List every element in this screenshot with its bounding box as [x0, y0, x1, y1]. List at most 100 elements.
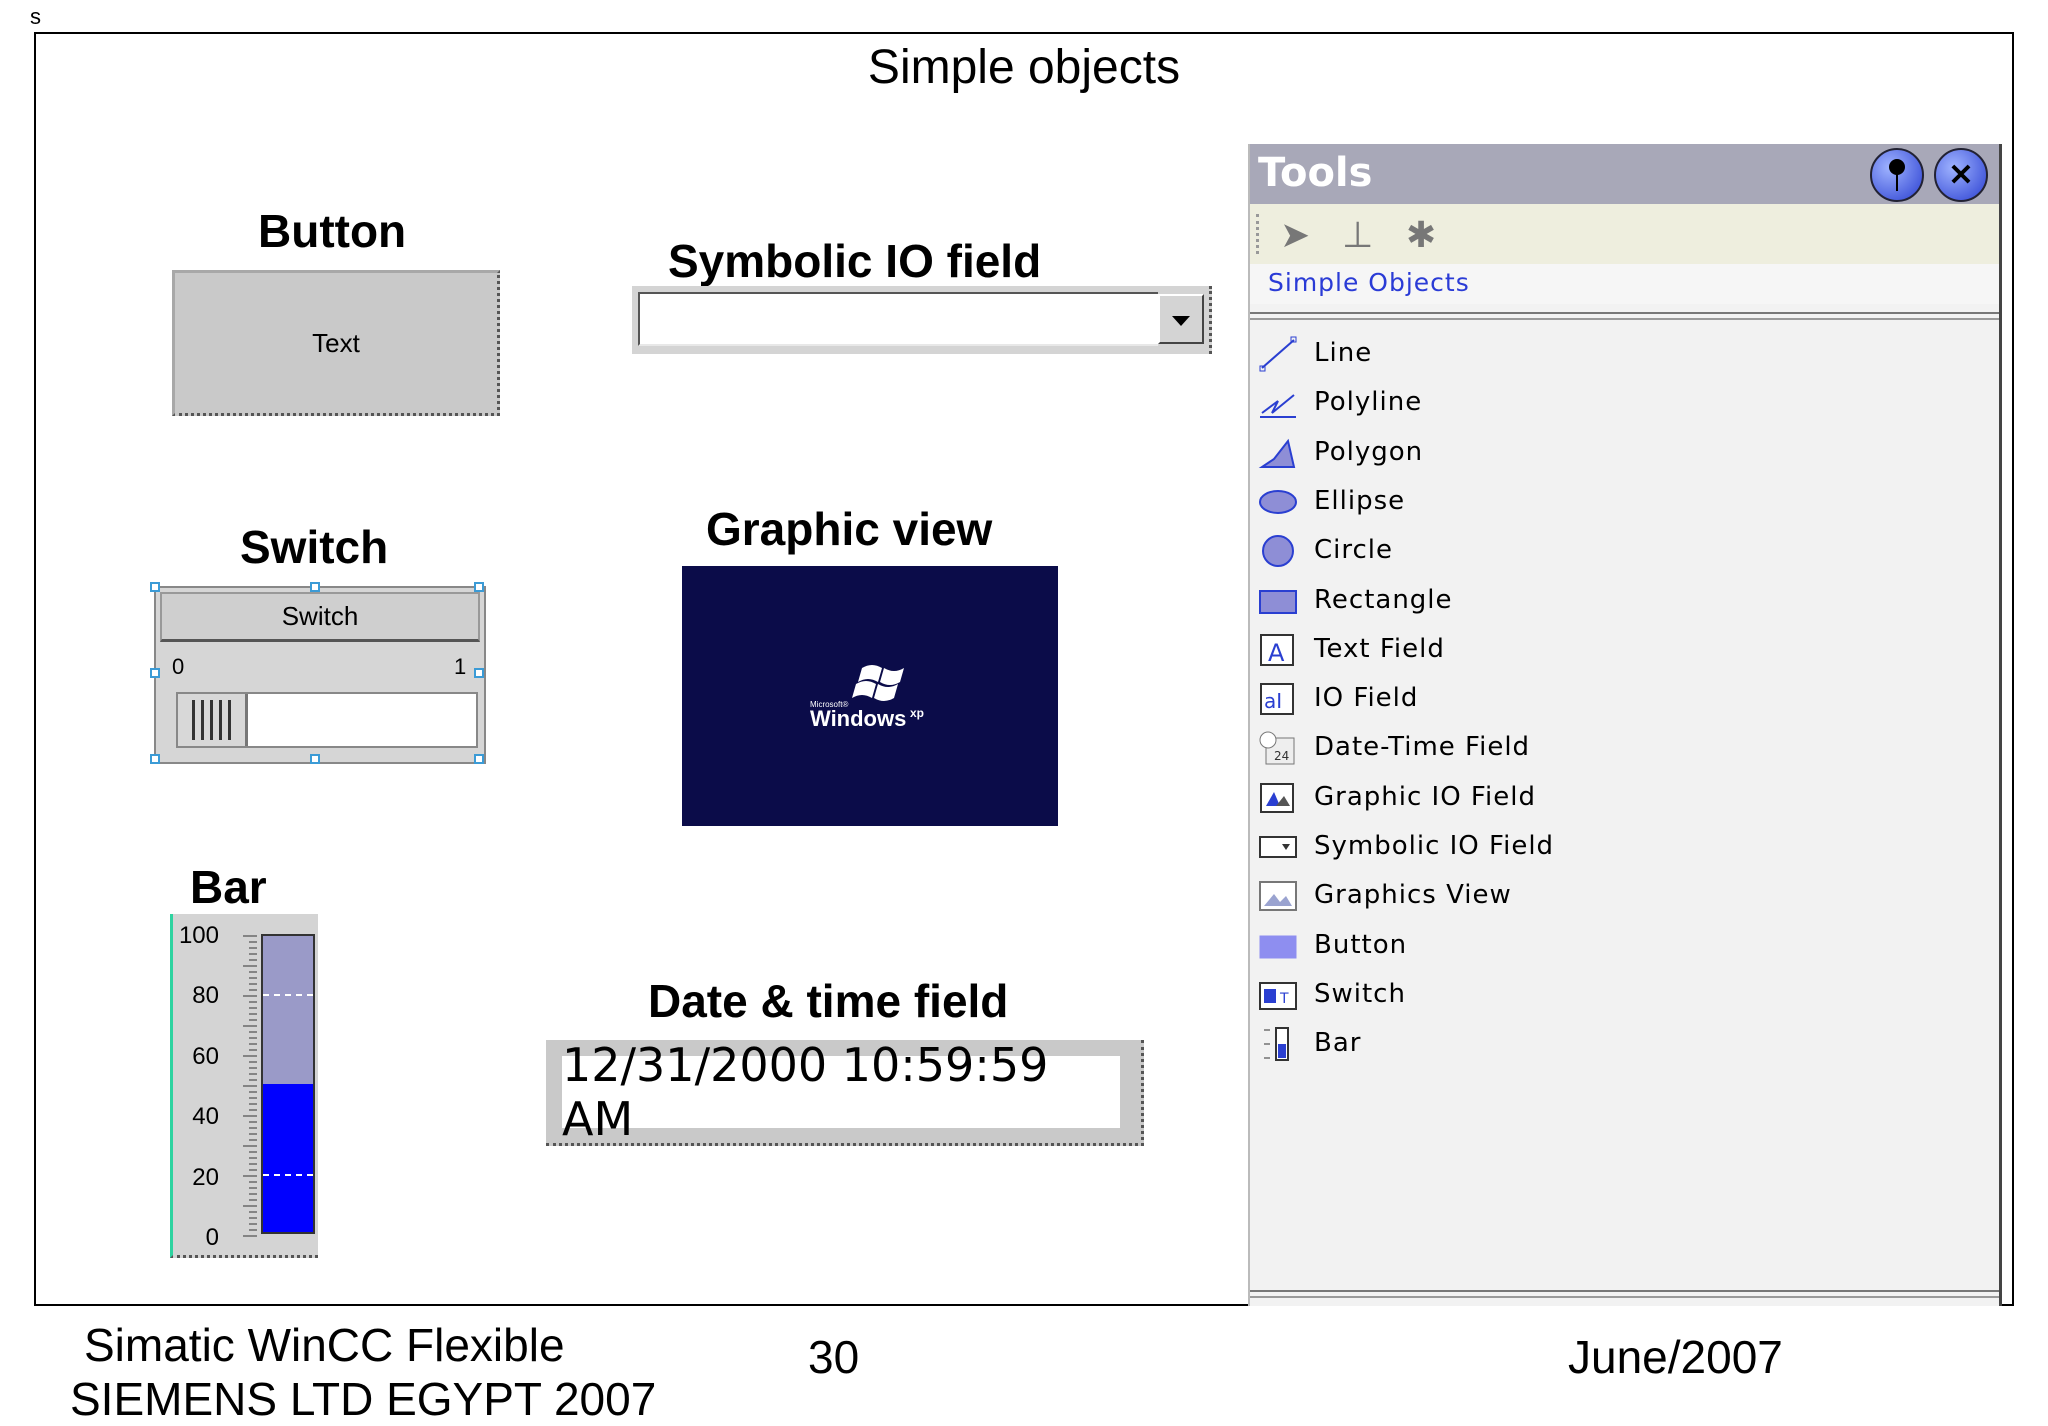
pointer-icon[interactable]: ➤ — [1280, 214, 1310, 256]
resize-handle[interactable] — [150, 754, 160, 764]
bar-scale-label: 80 — [192, 982, 219, 1010]
bar-scale-label: 40 — [192, 1103, 219, 1131]
tool-item-label: Symbolic IO Field — [1314, 831, 1555, 861]
io-field-icon: aI — [1258, 681, 1298, 717]
tool-item-bar[interactable]: Bar — [1250, 1022, 1999, 1066]
bar-scale-label: 100 — [178, 922, 219, 949]
tool-item-date-time-field[interactable]: 24 Date-Time Field — [1250, 726, 1999, 770]
tool-item-label: Rectangle — [1314, 584, 1453, 615]
tool-item-line[interactable]: Line — [1250, 332, 1999, 376]
switch-object[interactable]: Switch 0 1 — [150, 582, 486, 764]
resize-handle[interactable] — [150, 582, 160, 592]
grip-line — [210, 700, 213, 740]
section-tab[interactable]: Simple Objects — [1250, 264, 1999, 304]
text-button[interactable]: Text — [172, 270, 500, 416]
tool-item-button[interactable]: Button — [1250, 924, 1999, 968]
tool-item-label: Polygon — [1314, 436, 1424, 467]
rectangle-icon — [1258, 583, 1298, 619]
stamp-icon[interactable]: ⊥ — [1342, 214, 1373, 256]
resize-handle[interactable] — [150, 668, 160, 678]
bar-heading: Bar — [190, 861, 267, 913]
tools-title: Tools — [1258, 150, 1373, 196]
switch-heading: Switch — [240, 521, 389, 573]
switch-knob[interactable] — [178, 694, 248, 746]
graphics-view-icon — [1258, 878, 1298, 914]
bar-scale-label: 0 — [205, 1224, 219, 1251]
windows-text: Windows — [810, 706, 907, 731]
switch-track[interactable] — [176, 692, 478, 748]
tool-item-switch[interactable]: T Switch — [1250, 973, 1999, 1017]
date-time-value[interactable]: 12/31/2000 10:59:59 AM — [562, 1038, 1120, 1146]
tool-item-rectangle[interactable]: Rectangle — [1250, 579, 1999, 623]
tools-titlebar: Tools ✕ — [1250, 144, 1999, 204]
grip-line — [192, 700, 195, 740]
pin-icon[interactable] — [1870, 148, 1924, 202]
section-label: Simple Objects — [1268, 268, 1470, 297]
tool-item-graphic-io-field[interactable]: Graphic IO Field — [1250, 776, 1999, 820]
polygon-icon — [1258, 435, 1298, 471]
text-field-icon: A — [1258, 632, 1298, 668]
tools-toolbar: ➤ ⊥ ✱ — [1250, 204, 1999, 264]
circle-icon — [1258, 533, 1298, 569]
tool-item-label: Text Field — [1314, 633, 1445, 664]
slide-title: Simple objects — [867, 41, 1181, 94]
tool-item-ellipse[interactable]: Ellipse — [1250, 480, 1999, 524]
chevron-down-icon — [1172, 316, 1190, 326]
tool-item-polyline[interactable]: Polyline — [1250, 381, 1999, 425]
tool-item-polygon[interactable]: Polygon — [1250, 431, 1999, 475]
date-time-field-icon: 24 — [1258, 730, 1298, 766]
resize-handle[interactable] — [474, 582, 484, 592]
tool-item-symbolic-io-field[interactable]: Symbolic IO Field — [1250, 825, 1999, 869]
tool-item-label: Date-Time Field — [1314, 732, 1531, 763]
button-text: Text — [312, 327, 360, 358]
tools-panel: Tools ✕ ➤ ⊥ ✱ Simple Objects Line Polylin… — [1248, 144, 2002, 1306]
grip-line — [228, 700, 231, 740]
footer-product: Simatic WinCC Flexible — [84, 1319, 565, 1371]
button-icon — [1258, 928, 1298, 964]
graphic-view-heading: Graphic view — [706, 503, 993, 555]
tool-item-label: Switch — [1314, 978, 1406, 1009]
tool-item-label: Polyline — [1314, 387, 1423, 418]
tool-item-circle[interactable]: Circle — [1250, 529, 1999, 573]
tool-item-text-field[interactable]: A Text Field — [1250, 628, 1999, 672]
switch-header: Switch — [160, 592, 480, 642]
symbolic-io-heading: Symbolic IO field — [668, 235, 1042, 287]
tools-icon[interactable]: ✱ — [1406, 214, 1436, 256]
switch-icon: T — [1258, 977, 1298, 1013]
close-icon[interactable]: ✕ — [1934, 148, 1988, 202]
switch-max-label: 1 — [454, 654, 467, 679]
date-time-heading: Date & time field — [648, 975, 1009, 1027]
symbolic-io-input[interactable] — [638, 292, 1158, 346]
switch-header-text: Switch — [281, 601, 359, 631]
switch-min-label: 0 — [172, 654, 185, 679]
tool-item-graphics-view[interactable]: Graphics View — [1250, 874, 1999, 918]
list-bottom-separator[interactable] — [1250, 1290, 1999, 1298]
ellipse-icon — [1258, 484, 1298, 520]
graphic-view: Microsoft® Windows xp — [682, 566, 1058, 826]
symbolic-io-field[interactable] — [632, 286, 1212, 354]
resize-handle[interactable] — [310, 754, 320, 764]
bar-limit-line — [263, 994, 313, 996]
corner-mark: s — [30, 4, 41, 29]
symbolic-io-field-icon — [1258, 829, 1298, 865]
resize-handle[interactable] — [310, 582, 320, 592]
xp-text: xp — [910, 706, 925, 720]
list-top-separator[interactable] — [1250, 312, 1999, 320]
date-time-field[interactable]: 12/31/2000 10:59:59 AM — [546, 1038, 1144, 1146]
symbolic-io-dropdown-button[interactable] — [1158, 294, 1204, 344]
grip-line — [201, 700, 204, 740]
tool-item-label: Bar — [1314, 1028, 1362, 1059]
tool-item-label: Ellipse — [1314, 485, 1406, 516]
tool-item-label: Button — [1314, 929, 1408, 960]
svg-text:A: A — [1268, 639, 1285, 667]
bar-fill — [263, 1084, 313, 1232]
line-icon — [1258, 336, 1298, 372]
resize-handle[interactable] — [474, 754, 484, 764]
footer-page-number: 30 — [808, 1331, 860, 1383]
svg-text:aI: aI — [1264, 689, 1282, 713]
tool-item-io-field[interactable]: aI IO Field — [1250, 677, 1999, 721]
resize-handle[interactable] — [474, 668, 484, 678]
tool-item-label: IO Field — [1314, 683, 1419, 714]
bar-scale-label: 20 — [192, 1163, 219, 1191]
bar-scale-label: 60 — [192, 1042, 219, 1070]
